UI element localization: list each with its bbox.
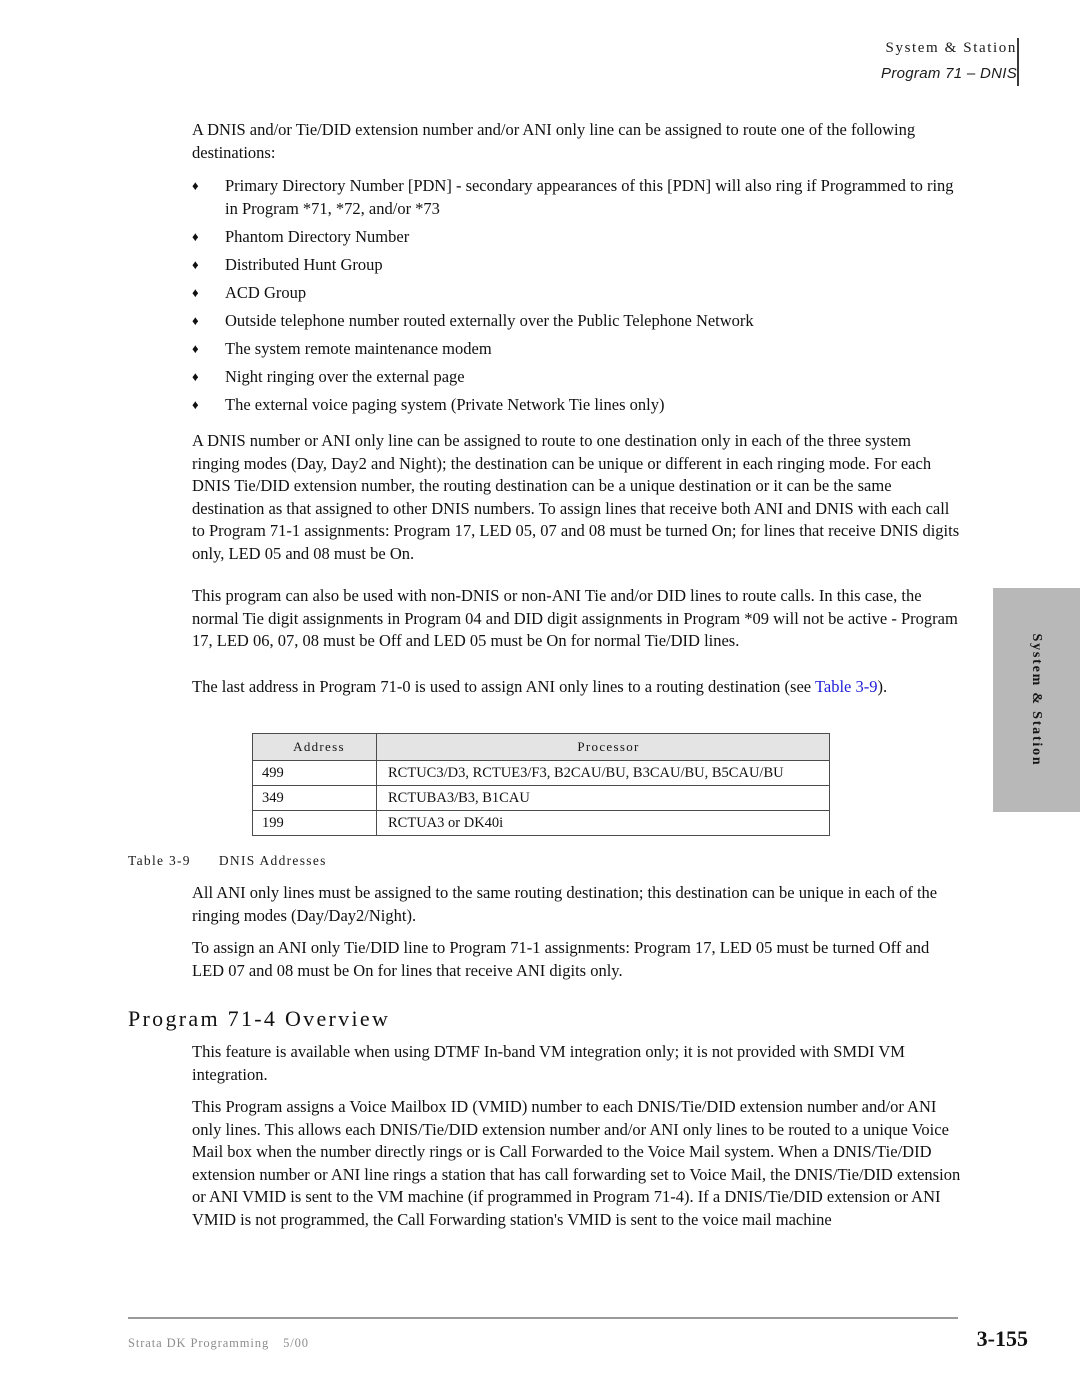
table-3-9-cross-reference-link[interactable]: Table 3-9 bbox=[815, 677, 878, 696]
footer-date: 5/00 bbox=[283, 1336, 309, 1350]
diamond-bullet-icon: ♦ bbox=[192, 341, 199, 356]
list-item: ♦ The external voice paging system (Priv… bbox=[192, 394, 962, 417]
paragraph-non-dnis-lines: This program can also be used with non-D… bbox=[192, 586, 958, 651]
list-item-label: Distributed Hunt Group bbox=[225, 255, 383, 274]
paragraph-dtmf-inband: This feature is available when using DTM… bbox=[192, 1042, 905, 1084]
header-program-title: Program 71 – DNIS bbox=[881, 64, 1017, 82]
header-vertical-rule bbox=[1017, 38, 1019, 86]
table-row: 499 RCTUC3/D3, RCTUE3/F3, B2CAU/BU, B3CA… bbox=[252, 760, 830, 786]
list-item-label: Phantom Directory Number bbox=[225, 227, 410, 246]
diamond-bullet-icon: ♦ bbox=[192, 313, 199, 328]
table-row: 199 RCTUA3 or DK40i bbox=[252, 810, 830, 836]
header-manual-section: System & Station bbox=[885, 40, 1017, 56]
page-title: Program 71-4 Overview bbox=[128, 1006, 391, 1031]
cell-address: 349 bbox=[252, 785, 377, 811]
list-item-label: Night ringing over the external page bbox=[225, 367, 465, 386]
page-header: System & Station Program 71 – DNIS bbox=[597, 38, 1017, 85]
paragraph-vmid-assignment: This Program assigns a Voice Mailbox ID … bbox=[192, 1097, 961, 1229]
table-caption: Table 3-9 DNIS Addresses bbox=[128, 853, 327, 869]
paragraph-last-address: The last address in Program 71-0 is used… bbox=[192, 676, 962, 699]
table-row: 349 RCTUBA3/B3, B1CAU bbox=[252, 785, 830, 811]
side-tab-label: System & Station bbox=[1029, 633, 1045, 767]
footer-manual-name: Strata DK Programming bbox=[128, 1336, 270, 1350]
list-item-label: Primary Directory Number [PDN] - seconda… bbox=[225, 176, 954, 218]
diamond-bullet-icon: ♦ bbox=[192, 397, 199, 412]
diamond-bullet-icon: ♦ bbox=[192, 257, 199, 272]
list-item: ♦ Night ringing over the external page bbox=[192, 366, 962, 389]
cell-address: 499 bbox=[252, 760, 377, 786]
list-item: ♦ Outside telephone number routed extern… bbox=[192, 310, 962, 333]
footer-divider bbox=[128, 1317, 958, 1319]
list-item: ♦ ACD Group bbox=[192, 282, 962, 305]
diamond-bullet-icon: ♦ bbox=[192, 229, 199, 244]
table-caption-title: DNIS Addresses bbox=[218, 853, 327, 868]
paragraph-last-address-suffix: ). bbox=[877, 677, 888, 696]
list-item: ♦ Primary Directory Number [PDN] - secon… bbox=[192, 175, 962, 220]
list-item-label: The system remote maintenance modem bbox=[225, 339, 492, 358]
list-item: ♦ Distributed Hunt Group bbox=[192, 254, 962, 277]
column-header-address: Address bbox=[252, 733, 377, 761]
list-item-label: The external voice paging system (Privat… bbox=[225, 395, 665, 414]
cell-processor: RCTUC3/D3, RCTUE3/F3, B2CAU/BU, B3CAU/BU… bbox=[376, 760, 830, 786]
list-item-label: ACD Group bbox=[225, 283, 307, 302]
intro-paragraph: A DNIS and/or Tie/DID extension number a… bbox=[192, 120, 916, 162]
footer-page-number: 3-155 bbox=[976, 1326, 1028, 1351]
cell-processor: RCTUBA3/B3, B1CAU bbox=[376, 785, 830, 811]
list-item-label: Outside telephone number routed external… bbox=[225, 311, 754, 330]
diamond-bullet-icon: ♦ bbox=[192, 178, 199, 193]
paragraph-dnis-routing: A DNIS number or ANI only line can be as… bbox=[192, 431, 960, 563]
list-item: ♦ Phantom Directory Number bbox=[192, 226, 962, 249]
paragraph-ani-tie-did: To assign an ANI only Tie/DID line to Pr… bbox=[192, 938, 930, 980]
dnis-addresses-table: Address Processor 499 RCTUC3/D3, RCTUE3/… bbox=[252, 733, 830, 836]
column-header-processor: Processor bbox=[376, 733, 830, 761]
list-item: ♦ The system remote maintenance modem bbox=[192, 338, 962, 361]
cell-address: 199 bbox=[252, 810, 377, 836]
table-header-row: Address Processor bbox=[252, 733, 830, 761]
paragraph-last-address-prefix: The last address in Program 71-0 is used… bbox=[192, 677, 815, 696]
side-thumb-tab-system-and-station: System & Station bbox=[993, 588, 1080, 812]
footer-manual-info: Strata DK Programming 5/00 bbox=[128, 1336, 309, 1351]
paragraph-ani-only-lines: All ANI only lines must be assigned to t… bbox=[192, 883, 938, 925]
table-caption-number: Table 3-9 bbox=[128, 853, 191, 868]
diamond-bullet-icon: ♦ bbox=[192, 369, 199, 384]
cell-processor: RCTUA3 or DK40i bbox=[376, 810, 830, 836]
diamond-bullet-icon: ♦ bbox=[192, 285, 199, 300]
